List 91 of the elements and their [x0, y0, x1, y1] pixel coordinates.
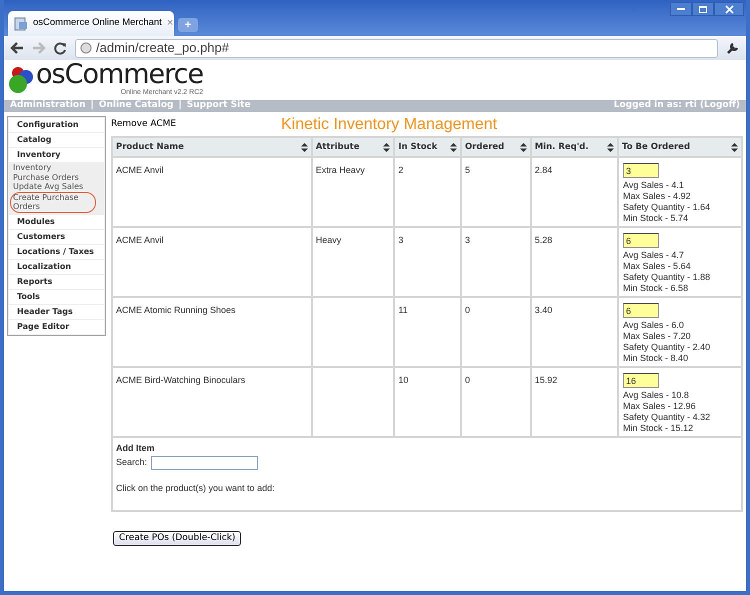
table-cell: ACME Anvil — [116, 235, 164, 245]
sidebar-link[interactable]: Create Purchase Orders — [10, 192, 96, 212]
sidebar-link[interactable]: Inventory — [13, 163, 99, 172]
maximize-icon — [699, 6, 707, 12]
maximize-button[interactable] — [692, 2, 714, 16]
sort-icon — [383, 142, 390, 152]
table-cell: Extra Heavy — [316, 165, 365, 175]
stat-text: Min Stock - 15.12 — [623, 423, 694, 434]
nav-separator: | — [178, 99, 182, 112]
sidebar-heading[interactable]: Localization — [9, 260, 104, 274]
table-cell: ACME Atomic Running Shoes — [116, 305, 236, 315]
column-header[interactable]: To Be Ordered — [619, 138, 741, 156]
stat-text: Max Sales - 12.96 — [623, 401, 697, 412]
close-icon — [724, 4, 734, 14]
stat-text: Avg Sales - 4.7 — [623, 250, 685, 261]
sidebar-link[interactable]: Update Avg Sales — [13, 182, 99, 192]
stat-text: Max Sales - 4.92 — [623, 191, 692, 202]
login-status: Logged in as: rti (Logoff) — [614, 99, 740, 112]
sidebar-heading[interactable]: Customers — [9, 230, 104, 244]
column-header[interactable]: Attribute — [312, 138, 394, 156]
sidebar-heading[interactable]: Header Tags — [9, 304, 104, 318]
stat-text: Avg Sales - 4.1 — [623, 180, 685, 191]
logo-text: osCommerce — [36, 62, 204, 88]
sidebar-link[interactable]: Purchase Orders — [13, 172, 99, 182]
column-header[interactable]: In Stock — [395, 138, 460, 156]
quantity-field[interactable]: 6 — [623, 233, 660, 248]
minimize-button[interactable] — [670, 2, 692, 16]
page-title: Kinetic Inventory Management — [281, 115, 498, 135]
stat-text: Safety Quantity - 4.32 — [623, 412, 712, 423]
logo-balls-icon — [8, 65, 34, 95]
table-cell: 3.40 — [534, 305, 552, 315]
nav-separator: | — [90, 99, 94, 112]
table-cell: 0 — [464, 305, 470, 315]
sort-icon — [520, 142, 527, 152]
sidebar-heading[interactable]: Catalog — [9, 133, 104, 147]
address-text: /admin/create_po.php# — [96, 39, 229, 58]
stat-text: Min Stock - 6.58 — [623, 283, 690, 294]
table-cell: 0 — [464, 375, 470, 385]
create-pos-button[interactable]: Create POs (Double-Click) — [113, 531, 242, 546]
column-header[interactable]: Min. Req'd. — [532, 138, 618, 156]
stat-text: Max Sales - 7.20 — [623, 331, 692, 342]
sort-icon — [607, 142, 614, 152]
sidebar-heading[interactable]: Reports — [9, 274, 104, 288]
table-cell: 15.92 — [534, 375, 558, 385]
column-header[interactable]: Product Name — [113, 138, 311, 156]
sidebar-heading[interactable]: Locations / Taxes — [9, 244, 104, 258]
stat-text: Max Sales - 5.64 — [623, 261, 692, 272]
hint-text: Click on the product(s) you want to add: — [116, 482, 276, 495]
table-cell: 2 — [398, 165, 404, 175]
search-field[interactable] — [151, 456, 258, 470]
tab-title: osCommerce Online Merchant — [33, 16, 162, 30]
sort-icon — [731, 142, 738, 152]
add-item-heading: Add Item — [116, 442, 156, 455]
sidebar-heading[interactable]: Tools — [9, 290, 104, 304]
page-icon — [14, 16, 28, 30]
stat-text: Min Stock - 5.74 — [623, 213, 690, 224]
browser-tab[interactable]: osCommerce Online Merchant × — [8, 11, 174, 36]
wrench-icon[interactable] — [726, 41, 740, 55]
quantity-field[interactable]: 6 — [623, 303, 660, 318]
remove-link[interactable]: Remove ACME — [111, 118, 281, 132]
back-icon[interactable] — [10, 42, 24, 54]
table-cell: ACME Anvil — [116, 165, 164, 175]
table-cell: 3 — [398, 235, 404, 245]
reload-icon[interactable] — [54, 42, 67, 54]
table-cell: ACME Bird-Watching Binoculars — [116, 375, 246, 385]
table-cell: 5 — [464, 165, 470, 175]
table-cell: Heavy — [316, 235, 342, 245]
search-label: Search: — [116, 456, 148, 469]
address-field[interactable]: /admin/create_po.php# — [75, 38, 718, 58]
sidebar-heading[interactable]: Configuration — [9, 118, 104, 132]
table-cell: 3 — [464, 235, 470, 245]
stat-text: Safety Quantity - 2.40 — [623, 342, 712, 353]
table-cell: 5.28 — [534, 235, 552, 245]
minimize-icon — [677, 8, 685, 10]
sidebar-heading[interactable]: Page Editor — [9, 320, 104, 334]
stat-text: Avg Sales - 6.0 — [623, 320, 685, 331]
table-cell: 11 — [398, 305, 408, 315]
sort-icon — [300, 142, 308, 152]
stat-text: Min Stock - 8.40 — [623, 353, 690, 364]
table-cell: 10 — [398, 375, 408, 385]
stat-text: Avg Sales - 10.8 — [623, 390, 690, 401]
stat-text: Safety Quantity - 1.88 — [623, 272, 712, 283]
close-button[interactable] — [714, 2, 744, 16]
column-header[interactable]: Ordered — [462, 138, 530, 156]
table-cell: 2.84 — [534, 165, 552, 175]
sidebar-heading[interactable]: Inventory — [9, 148, 104, 162]
stat-text: Safety Quantity - 1.64 — [623, 202, 712, 213]
quantity-field[interactable]: 16 — [623, 373, 660, 388]
sort-icon — [450, 142, 457, 152]
quantity-field[interactable]: 3 — [623, 163, 660, 178]
sidebar-heading[interactable]: Modules — [9, 214, 104, 228]
